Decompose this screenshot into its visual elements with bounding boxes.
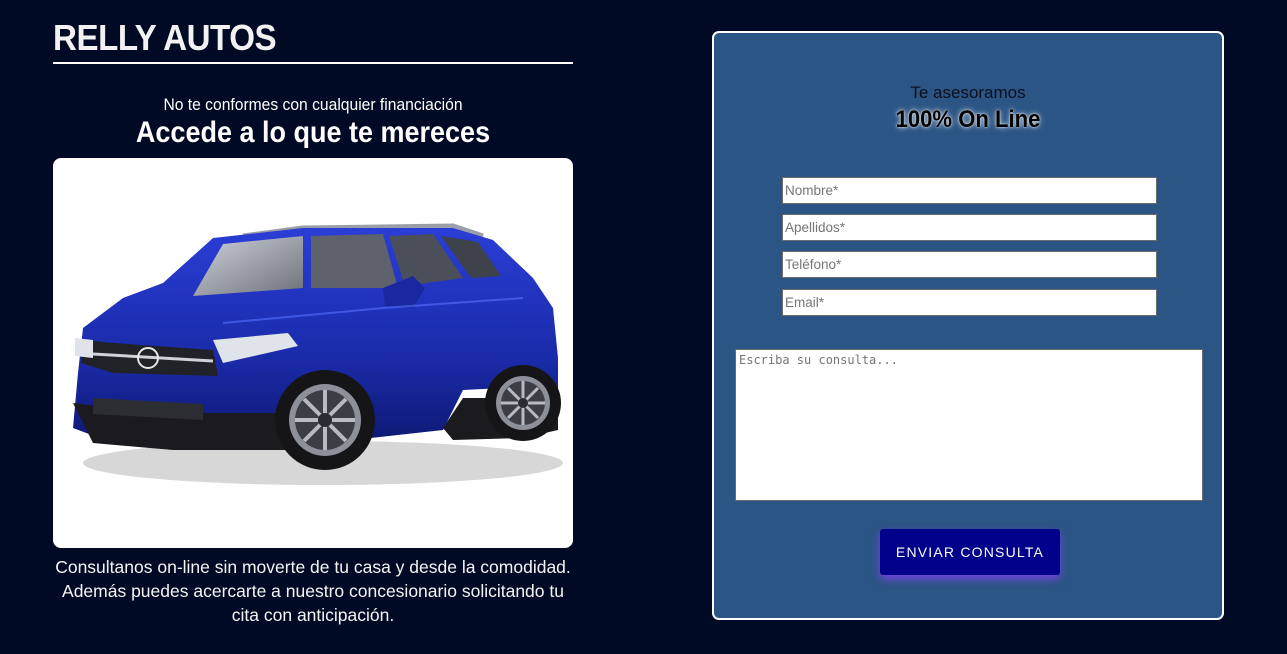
description-line: Consultanos on-line sin moverte de tu ca…: [55, 557, 571, 577]
apellidos-input[interactable]: [782, 214, 1157, 241]
nombre-input[interactable]: [782, 177, 1157, 204]
message-textarea[interactable]: [735, 349, 1203, 501]
tagline-small: No te conformes con cualquier financiaci…: [163, 95, 463, 114]
description-line: cita con anticipación.: [231, 605, 395, 625]
tagline-headline: Accede a lo que te mereces: [135, 116, 491, 149]
telefono-input[interactable]: [782, 251, 1157, 278]
brand-divider: [53, 62, 573, 64]
car-image-card: [53, 158, 573, 548]
description-line: Además puedes acercarte a nuestro conces…: [62, 581, 564, 601]
form-subtitle: Te asesoramos: [910, 83, 1026, 102]
car-image: [73, 223, 563, 485]
contact-form-panel: Te asesoramos 100% On Line ENVIAR CONSUL…: [712, 31, 1224, 620]
send-inquiry-button[interactable]: ENVIAR CONSULTA: [880, 529, 1060, 575]
brand-title: RELLY AUTOS: [53, 17, 277, 58]
form-title: 100% On Line: [895, 106, 1041, 133]
hero-section: RELLY AUTOS No te conformes con cualquie…: [53, 0, 573, 627]
description-text: Consultanos on-line sin moverte de tu ca…: [53, 555, 573, 627]
email-input[interactable]: [782, 289, 1157, 316]
